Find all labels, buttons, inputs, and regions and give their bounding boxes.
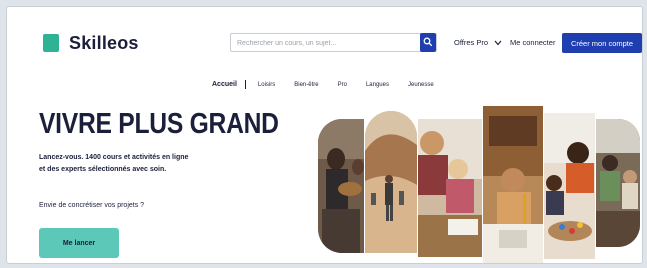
photo-classroom — [596, 119, 640, 247]
search-button[interactable] — [420, 33, 436, 52]
photo-kids-painting — [544, 113, 595, 259]
search-bar — [230, 33, 437, 52]
hero-prompt: Envie de concrétiser vos projets ? — [39, 202, 145, 209]
logo-text: Skilleos — [69, 32, 139, 53]
nav-divider — [244, 80, 246, 89]
category-nav: Accueil Loisirs Bien-être Pro Langues Je… — [212, 80, 453, 89]
me-lancer-button[interactable]: Me lancer — [39, 228, 119, 258]
offres-pro-dropdown[interactable]: Offres Pro — [454, 38, 502, 47]
photo-guitar-group — [318, 119, 364, 253]
nav-item-loisirs[interactable]: Loisirs — [258, 82, 275, 88]
hero-title: VIVRE PLUS GRAND — [39, 108, 279, 140]
page-frame: Skilleos Offres Pro Me connecter Créer m… — [6, 6, 643, 264]
logo-mark-icon — [43, 34, 59, 52]
chevron-down-icon — [494, 40, 502, 45]
photo-family-drawing — [483, 106, 543, 263]
login-link[interactable]: Me connecter — [510, 38, 555, 47]
photo-desert-hike — [365, 111, 417, 253]
logo[interactable]: Skilleos — [43, 33, 139, 53]
search-icon — [423, 37, 433, 47]
nav-item-accueil[interactable]: Accueil — [212, 81, 237, 88]
hero-subtitle: Lancez-vous. 1400 cours et activités en … — [39, 152, 239, 176]
photo-child-drawing — [418, 119, 482, 257]
nav-item-pro[interactable]: Pro — [338, 82, 347, 88]
nav-item-langues[interactable]: Langues — [366, 82, 389, 88]
offres-pro-label: Offres Pro — [454, 38, 489, 47]
create-account-button[interactable]: Créer mon compte — [562, 33, 642, 53]
nav-item-bien-etre[interactable]: Bien-être — [294, 82, 318, 88]
hero-subtitle-line2: et des experts sélectionnés avec soin. — [39, 166, 167, 173]
nav-item-jeunesse[interactable]: Jeunesse — [408, 82, 434, 88]
hero-subtitle-line1: Lancez-vous. 1400 cours et activités en … — [39, 154, 189, 161]
search-input[interactable] — [237, 36, 407, 50]
